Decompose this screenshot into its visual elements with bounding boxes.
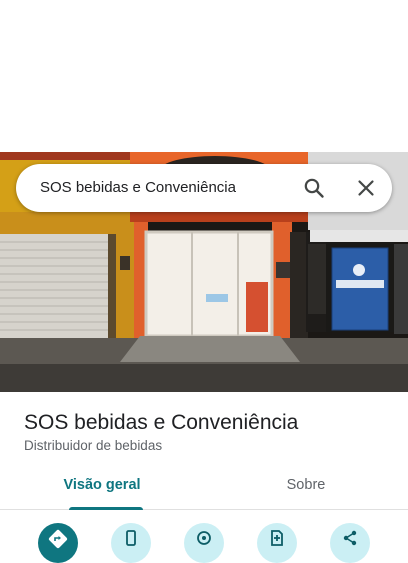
tab-overview[interactable]: Visão geral [0, 468, 204, 510]
phone-icon [126, 530, 136, 546]
share-button[interactable] [330, 523, 370, 563]
location-icon [197, 531, 211, 545]
close-icon[interactable] [354, 176, 378, 200]
active-tab-indicator [69, 507, 143, 510]
tab-overview-label: Visão geral [63, 477, 141, 493]
save-button[interactable] [257, 523, 297, 563]
tab-about-label: Sobre [286, 477, 326, 493]
place-title: SOS bebidas e Conveniência [24, 411, 299, 434]
directions-button[interactable] [38, 523, 78, 563]
nearby-button[interactable] [184, 523, 224, 563]
search-icon[interactable] [302, 176, 326, 200]
tab-bar: Visão geral Sobre [0, 468, 408, 510]
share-icon [343, 530, 357, 546]
call-button[interactable] [111, 523, 151, 563]
save-icon [271, 530, 283, 546]
search-input[interactable]: SOS bebidas e Conveniência [40, 179, 236, 196]
place-category: Distribuidor de bebidas [24, 438, 163, 453]
directions-icon [48, 529, 68, 549]
action-buttons-row [0, 520, 408, 563]
tab-about[interactable]: Sobre [204, 468, 408, 509]
search-bar[interactable]: SOS bebidas e Conveniência [16, 164, 392, 212]
